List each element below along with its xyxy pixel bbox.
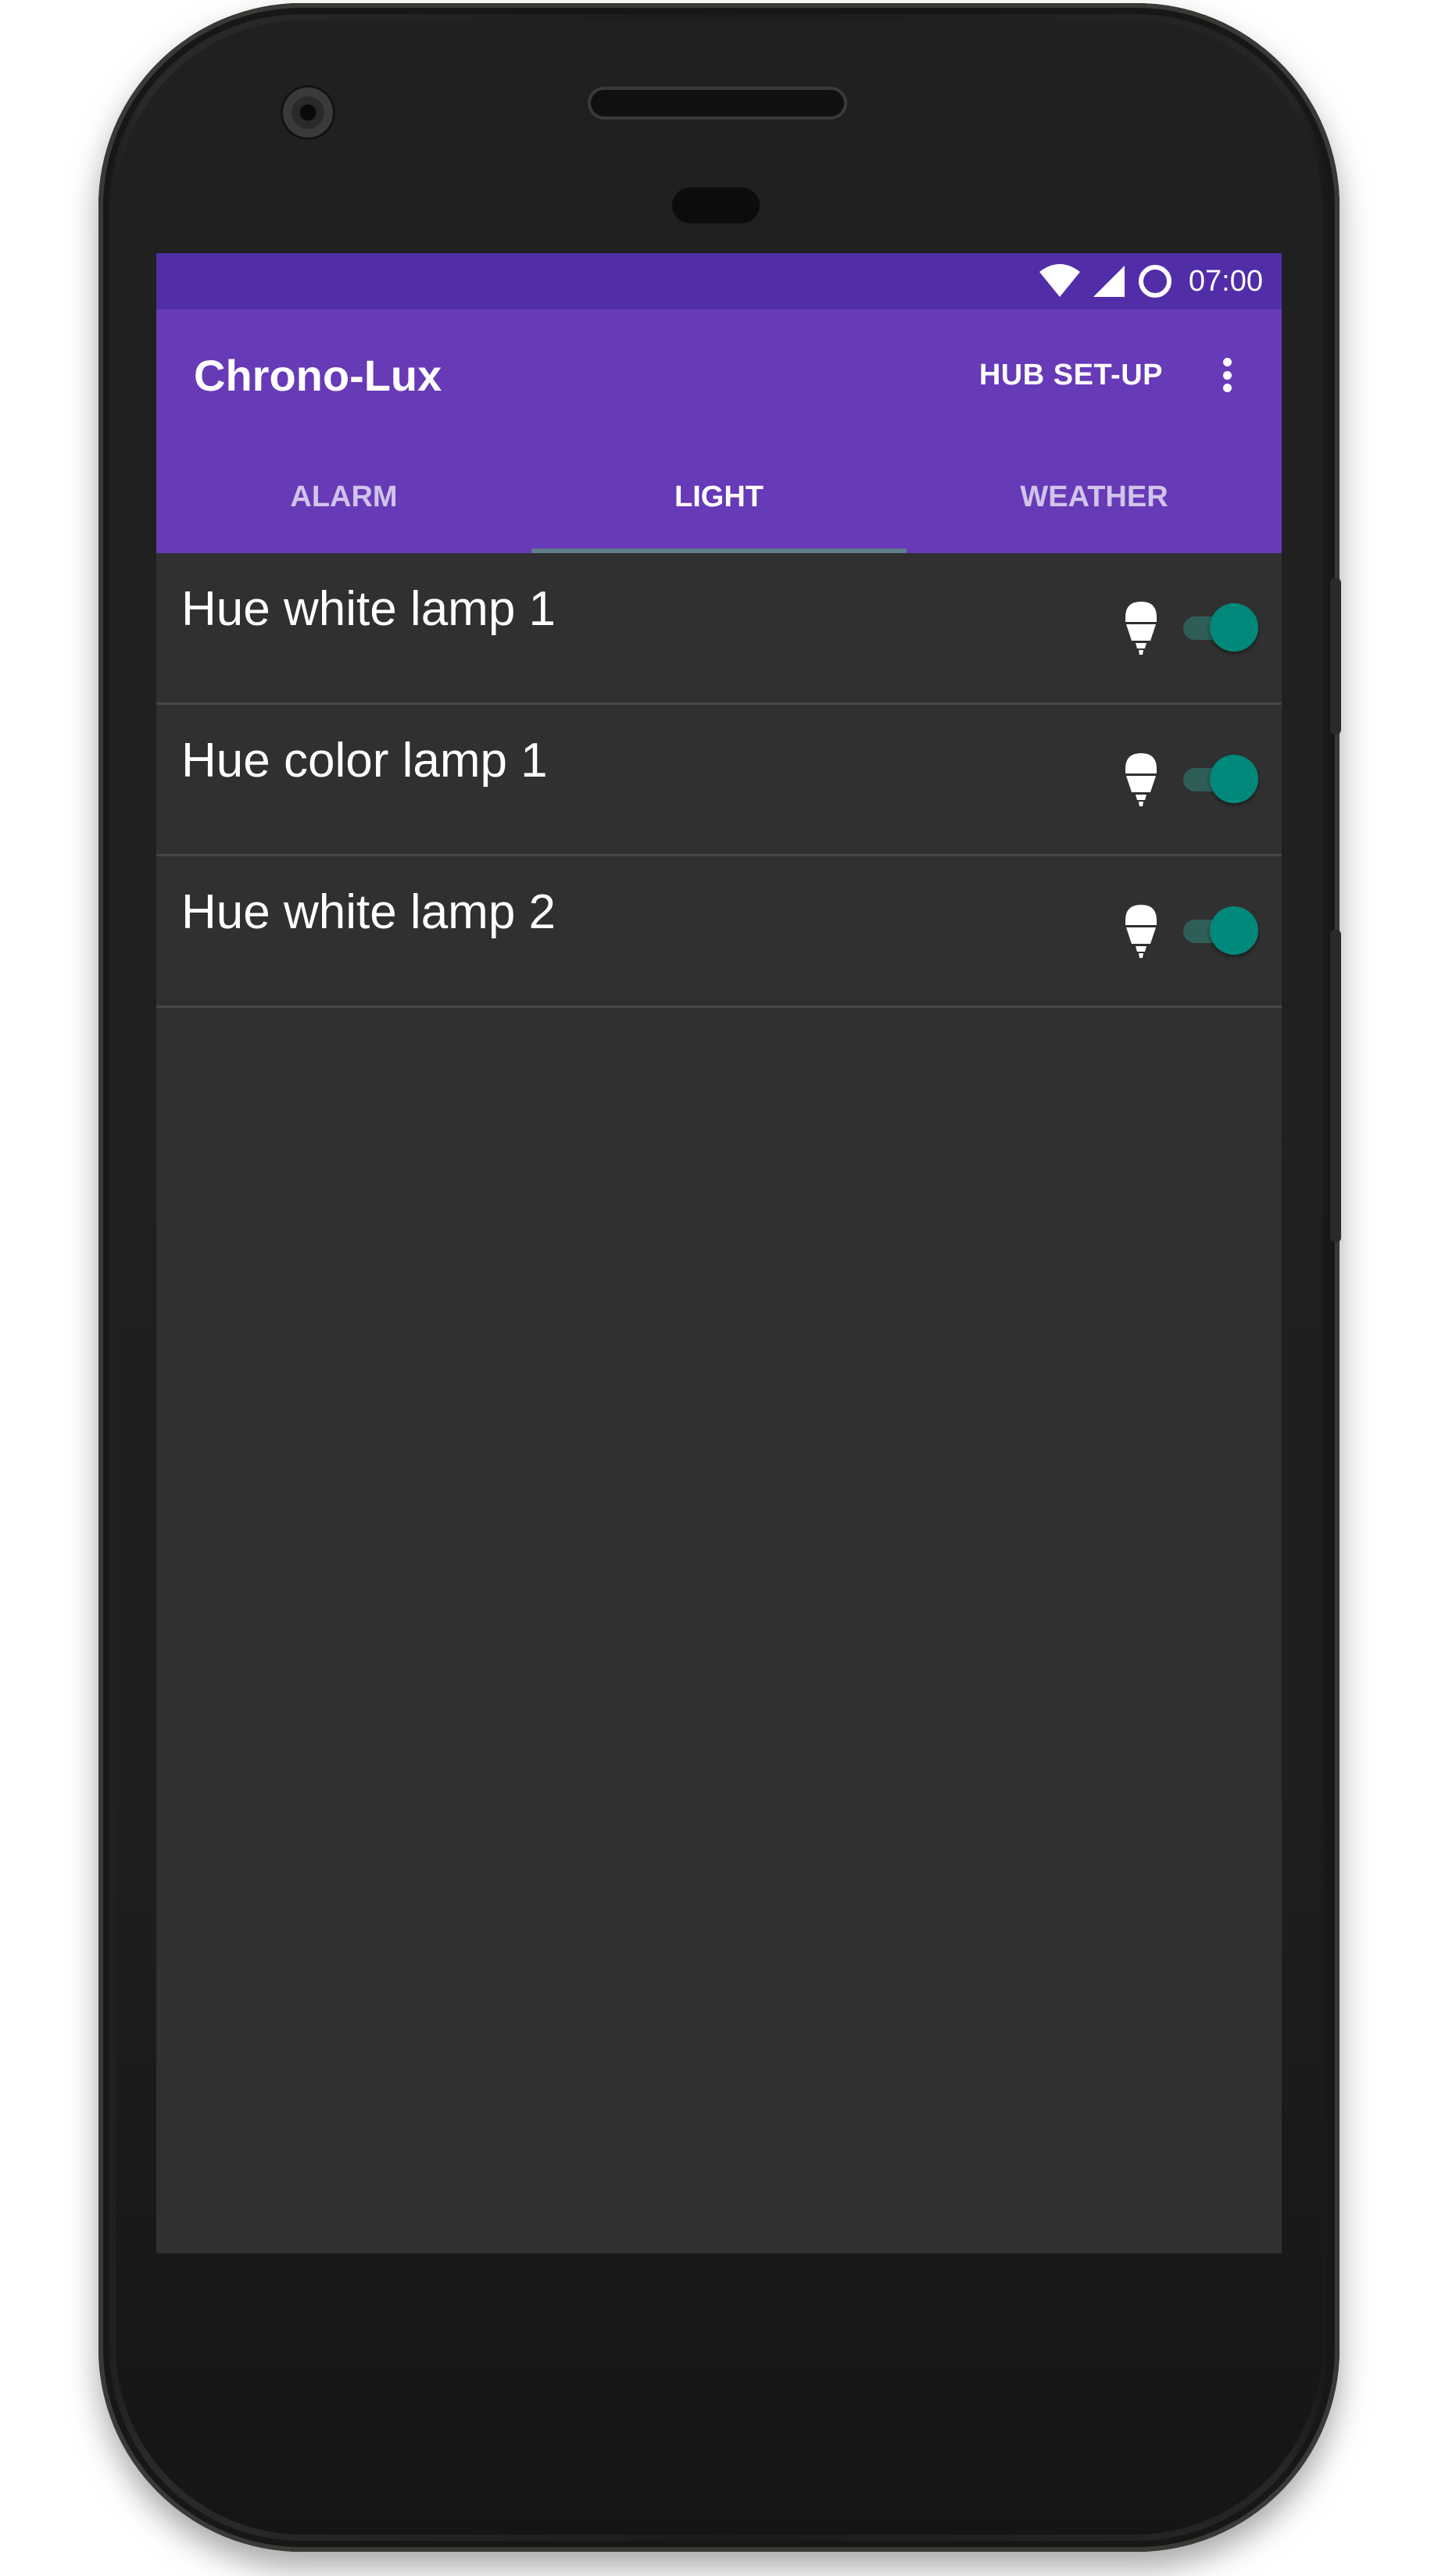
bulb-icon [1125, 602, 1157, 655]
bulb-icon [1125, 753, 1157, 806]
app-toolbar: Chrono-Lux HUB SET-UP [156, 309, 1282, 441]
front-camera [283, 88, 333, 138]
status-time: 07:00 [1188, 264, 1263, 298]
earpiece-speaker [591, 90, 844, 116]
light-name: Hue white lamp 1 [181, 582, 556, 636]
list-item[interactable]: Hue color lamp 1 [156, 705, 1282, 856]
light-toggle-switch[interactable] [1175, 905, 1261, 956]
switch-thumb [1210, 755, 1258, 803]
light-name: Hue color lamp 1 [181, 734, 548, 788]
hub-setup-button[interactable]: HUB SET-UP [979, 309, 1163, 441]
switch-thumb [1210, 603, 1258, 652]
status-bar: 07:00 [156, 253, 1282, 309]
bulb-icon [1125, 905, 1157, 958]
more-vert-icon[interactable] [1207, 355, 1247, 395]
power-button [1330, 930, 1341, 1242]
app-title: Chrono-Lux [194, 350, 442, 400]
tab-alarm[interactable]: ALARM [156, 441, 531, 553]
light-toggle-switch[interactable] [1175, 602, 1261, 653]
status-icons: 07:00 [1039, 253, 1263, 309]
switch-thumb [1210, 906, 1258, 955]
list-item[interactable]: Hue white lamp 1 [156, 553, 1282, 705]
light-name: Hue white lamp 2 [181, 885, 556, 939]
list-item[interactable]: Hue white lamp 2 [156, 856, 1282, 1008]
proximity-sensor [672, 188, 760, 223]
wifi-icon [1039, 264, 1080, 297]
light-toggle-switch[interactable] [1175, 753, 1261, 805]
tab-light[interactable]: LIGHT [531, 441, 907, 553]
app-screen: 07:00 Chrono-Lux HUB SET-UP ALARM LIGHT … [156, 253, 1282, 2253]
cell-signal-icon [1093, 266, 1125, 297]
battery-ring-icon [1138, 265, 1172, 298]
volume-button [1330, 578, 1341, 734]
tab-weather[interactable]: WEATHER [907, 441, 1282, 553]
tab-bar: ALARM LIGHT WEATHER [156, 441, 1282, 553]
light-list: Hue white lamp 1 Hue color lamp 1 Hue wh… [156, 553, 1282, 1008]
